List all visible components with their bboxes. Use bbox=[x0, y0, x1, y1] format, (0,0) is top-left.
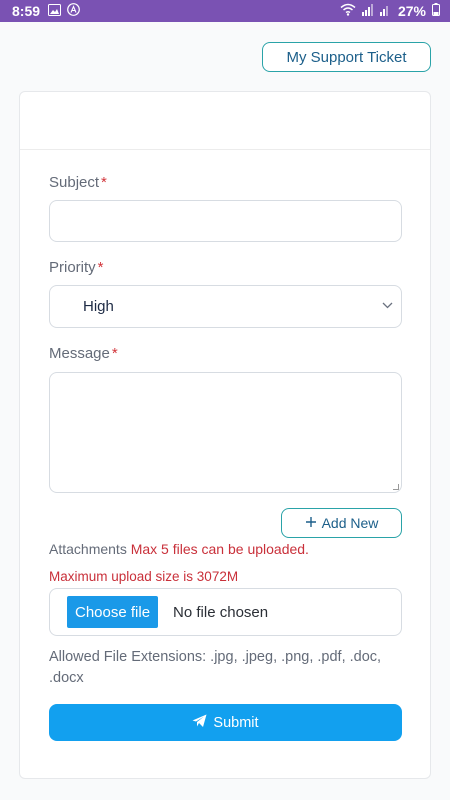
add-new-attachment-button[interactable]: Add New bbox=[281, 508, 402, 538]
battery-percent: 27% bbox=[397, 3, 426, 19]
no-file-chosen-text: No file chosen bbox=[173, 603, 269, 621]
attachments-label-line: Attachments Max 5 files can be uploaded. bbox=[49, 541, 309, 557]
resize-handle[interactable] bbox=[393, 484, 399, 490]
plus-icon bbox=[305, 515, 317, 531]
wifi-icon bbox=[340, 3, 356, 19]
add-new-label: Add New bbox=[321, 515, 379, 531]
required-mark: * bbox=[97, 259, 104, 276]
card-header bbox=[20, 92, 430, 150]
submit-label: Submit bbox=[213, 714, 259, 731]
submit-button[interactable]: Submit bbox=[49, 704, 402, 741]
priority-label: Priority * bbox=[49, 259, 104, 276]
status-right: 27% bbox=[340, 3, 440, 19]
max-upload-size-text: Maximum upload size is 3072M bbox=[49, 569, 239, 584]
required-mark: * bbox=[111, 345, 118, 362]
image-icon bbox=[48, 3, 62, 19]
message-label: Message * bbox=[49, 345, 118, 362]
signal-r-icon bbox=[379, 3, 392, 19]
my-support-ticket-button[interactable]: My Support Ticket bbox=[262, 42, 431, 72]
subject-input[interactable] bbox=[49, 200, 402, 242]
a-circle-icon bbox=[67, 3, 80, 19]
paper-plane-icon bbox=[192, 714, 207, 732]
choose-file-button[interactable]: Choose file bbox=[67, 596, 159, 628]
attachments-label: Attachments bbox=[49, 541, 127, 557]
allowed-extensions-text: Allowed File Extensions: .jpg, .jpeg, .p… bbox=[49, 649, 382, 686]
file-input[interactable]: Choose file No file chosen bbox=[49, 588, 402, 636]
message-label-text: Message bbox=[49, 345, 110, 362]
battery-icon bbox=[432, 3, 440, 19]
chevron-down-icon bbox=[382, 300, 393, 312]
subject-label-text: Subject bbox=[49, 174, 100, 191]
priority-selected-value: High bbox=[83, 298, 114, 315]
priority-select[interactable]: High bbox=[49, 285, 402, 328]
priority-label-text: Priority bbox=[49, 259, 96, 276]
message-textarea[interactable] bbox=[49, 372, 402, 493]
signal-icon bbox=[361, 3, 374, 19]
subject-label: Subject * bbox=[49, 174, 107, 191]
attachments-limit-text: Max 5 files can be uploaded. bbox=[130, 541, 309, 557]
status-time: 8:59 bbox=[12, 3, 41, 19]
status-bar: 8:59 27% bbox=[0, 0, 450, 22]
required-mark: * bbox=[101, 174, 107, 191]
